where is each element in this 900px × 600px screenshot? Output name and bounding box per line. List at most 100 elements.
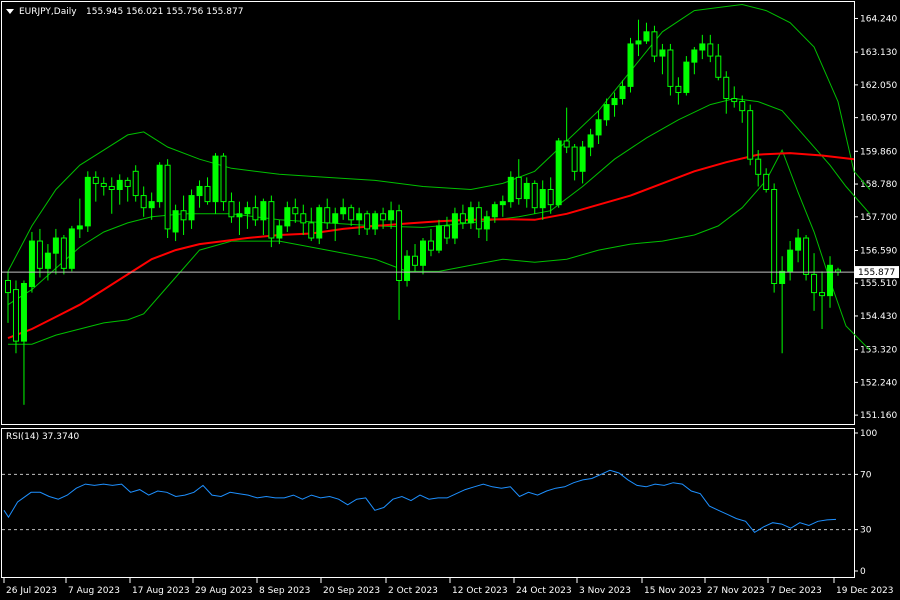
candle-body (491, 204, 498, 218)
candle-body (164, 164, 171, 230)
candle-body (651, 31, 658, 57)
candle-body (420, 240, 426, 266)
candle (316, 204, 323, 245)
candle-body (771, 188, 778, 285)
candle (627, 37, 634, 93)
candle-body (340, 207, 347, 215)
candle (84, 171, 91, 232)
candle (555, 137, 562, 208)
candle-body (180, 210, 187, 221)
candle-body (427, 240, 434, 251)
candle-body (332, 213, 339, 224)
price-axis-label: 159.860 (860, 147, 897, 157)
price-axis-label: 162.050 (860, 81, 897, 91)
candle-body (467, 207, 474, 224)
candle-body (140, 195, 147, 209)
candle-body (499, 201, 506, 206)
time-axis-label: 26 Jul 2023 (6, 586, 57, 596)
candle (156, 162, 163, 208)
candle-body (643, 31, 650, 42)
candle-body (571, 146, 578, 172)
rsi-title: RSI(14) 37.3740 (6, 432, 79, 442)
candle-body (284, 207, 291, 227)
price-axis-label: 155.510 (860, 279, 897, 289)
candle-body (172, 210, 179, 233)
candle-body (627, 43, 634, 87)
candle-body (523, 182, 530, 200)
candle-body (236, 213, 243, 218)
time-axis-label: 3 Nov 2023 (579, 586, 631, 596)
candle-body (316, 207, 323, 239)
candle-body (475, 207, 482, 230)
price-axis-label: 157.700 (860, 213, 897, 223)
candle-body (388, 210, 395, 221)
rsi-axis-label: 100 (860, 429, 877, 439)
candle-body (5, 279, 11, 294)
ohlc-readout: 155.945 156.021 155.756 155.877 (86, 7, 243, 17)
candle-body (507, 176, 514, 203)
candle-body (276, 225, 283, 239)
price-axis-label: 152.240 (860, 378, 897, 388)
candle-body (396, 210, 403, 281)
candle-body (699, 43, 706, 51)
candle-body (811, 273, 818, 294)
candle (28, 231, 35, 293)
candle (803, 234, 810, 281)
candle-body (739, 101, 746, 112)
symbol-timeframe-label: EURJPY,Daily (19, 7, 77, 17)
time-axis-label: 27 Nov 2023 (707, 586, 765, 596)
candle (683, 56, 690, 96)
current-price-label: 155.877 (858, 268, 895, 278)
candle-body (100, 182, 107, 187)
candle-body (435, 225, 442, 251)
candle-body (635, 40, 642, 45)
candle-body (52, 237, 59, 254)
candle-body (531, 182, 538, 209)
candle-body (827, 264, 834, 297)
candle (771, 183, 778, 293)
candle-body (68, 228, 75, 269)
candle-body (84, 176, 91, 227)
candle-body (747, 110, 754, 160)
candle-body (755, 158, 762, 175)
candle-body (292, 207, 299, 215)
time-axis-label: 17 Aug 2023 (132, 586, 190, 596)
candle-body (212, 155, 219, 203)
candle-body (44, 252, 51, 269)
candle-body (547, 188, 554, 206)
rsi-axis-label: 30 (860, 526, 872, 536)
candle-body (76, 225, 83, 230)
candle-body (795, 237, 802, 251)
candle-body (819, 292, 826, 297)
candle-body (443, 225, 450, 239)
candle-body (228, 201, 235, 218)
candle-body (28, 240, 35, 288)
price-axis-label: 163.130 (860, 48, 897, 58)
candle-body (723, 76, 730, 100)
candle-body (148, 201, 155, 209)
time-axis-label: 15 Nov 2023 (644, 586, 702, 596)
candle-body (108, 185, 115, 190)
candle-body (451, 213, 458, 239)
time-axis-label: 7 Aug 2023 (68, 586, 120, 596)
candle-body (300, 213, 307, 224)
candle-body (20, 283, 27, 342)
candle-body (252, 207, 259, 221)
candle-body (675, 85, 682, 93)
price-axis-label: 156.590 (860, 246, 897, 256)
candle (747, 104, 754, 166)
candle-body (244, 207, 251, 215)
candle-body (308, 222, 315, 239)
candle-body (380, 213, 387, 221)
candle-body (36, 240, 43, 269)
candle-body (619, 85, 626, 100)
chart-background (0, 0, 900, 600)
time-axis-label: 12 Oct 2023 (452, 586, 508, 596)
price-axis-label: 160.970 (860, 114, 897, 124)
candle-body (116, 179, 123, 190)
candle-body (563, 140, 570, 148)
candle-body (691, 49, 698, 63)
time-axis-label: 24 Oct 2023 (516, 586, 572, 596)
candle-body (515, 176, 522, 200)
trading-chart[interactable]: EURJPY,Daily 155.945 156.021 155.756 155… (0, 0, 900, 600)
